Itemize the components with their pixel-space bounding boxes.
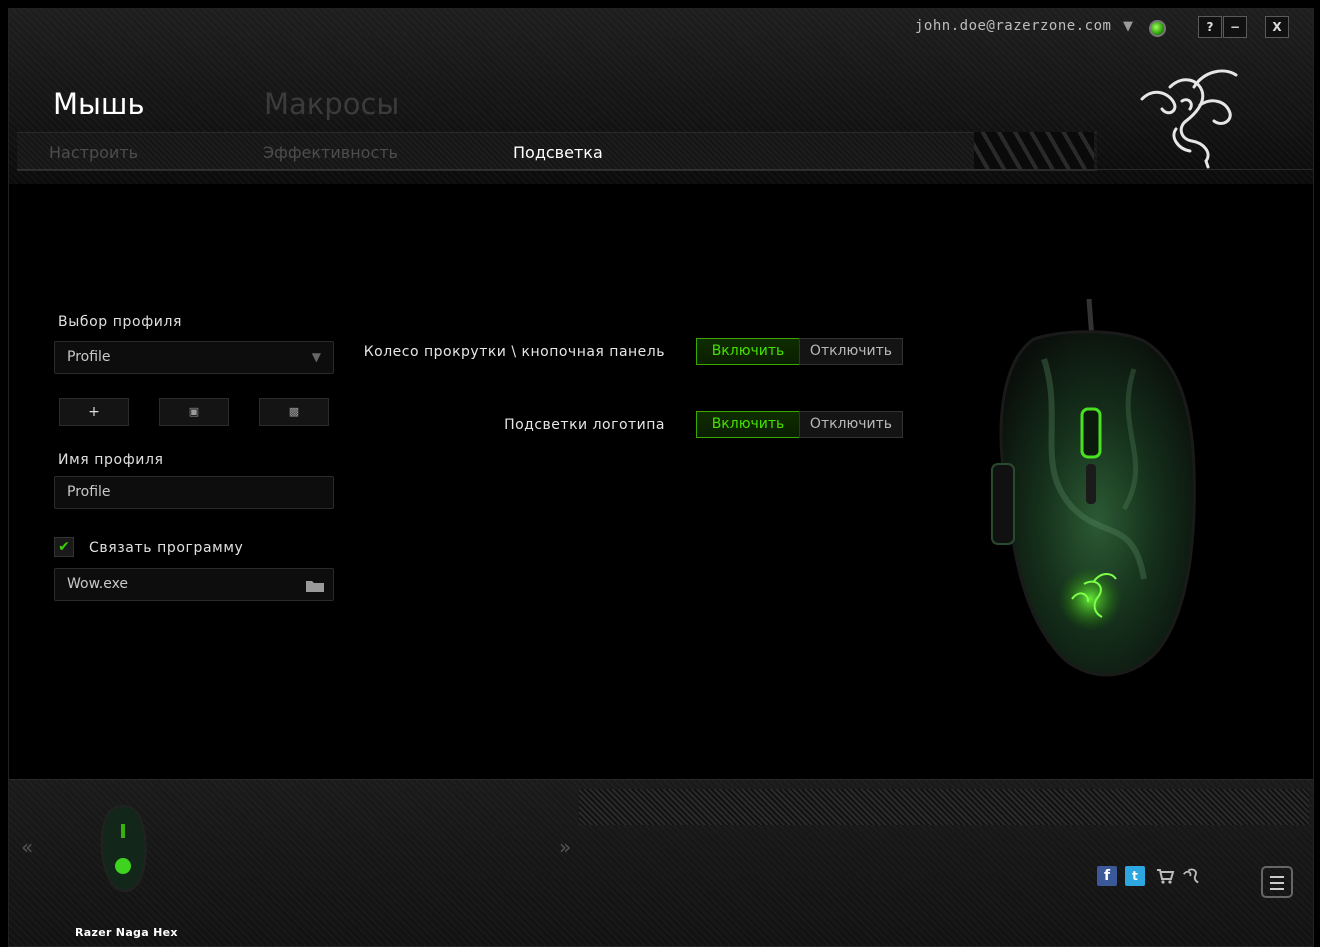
online-status-icon — [1149, 20, 1166, 37]
divider — [17, 169, 1017, 170]
trash-icon: ▩ — [288, 405, 300, 418]
minimize-button[interactable]: − — [1223, 16, 1247, 38]
device-thumbnail[interactable] — [95, 802, 151, 894]
menu-line — [1270, 882, 1284, 884]
logo-light-on-button[interactable]: Включить — [696, 411, 800, 438]
decor-strip — [579, 789, 1309, 825]
tab-customize[interactable]: Настроить — [49, 143, 138, 162]
logo-light-off-button[interactable]: Отключить — [799, 411, 903, 438]
cart-icon[interactable] — [1155, 866, 1175, 886]
help-button[interactable]: ? — [1198, 16, 1222, 38]
menu-line — [1270, 876, 1284, 878]
account-email[interactable]: john.doe@razerzone.com — [915, 18, 1111, 34]
mouse-product-image — [991, 299, 1196, 677]
copy-icon: ▣ — [188, 405, 200, 418]
device-name-label: Razer Naga Hex — [75, 926, 178, 939]
folder-icon[interactable] — [305, 579, 325, 593]
account-dropdown-icon[interactable]: ▼ — [1123, 19, 1133, 34]
menu-line — [1270, 888, 1284, 890]
twitter-icon[interactable]: t — [1125, 866, 1145, 886]
checkmark-icon: ✔ — [58, 539, 70, 555]
profile-select-label: Выбор профиля — [58, 314, 183, 330]
tab-performance[interactable]: Эффективность — [263, 143, 398, 162]
tab-macros[interactable]: Макросы — [264, 87, 399, 121]
close-button[interactable]: X — [1265, 16, 1289, 38]
profile-dropdown[interactable]: Profile ▼ — [54, 341, 334, 374]
program-path-input[interactable]: Wow.exe — [54, 568, 334, 601]
link-program-checkbox[interactable]: ✔ — [54, 537, 74, 557]
logo-light-label: Подсветки логотипа — [504, 417, 665, 433]
link-program-label: Связать программу — [89, 540, 244, 556]
divider — [1017, 169, 1313, 170]
profile-name-label: Имя профиля — [58, 452, 164, 468]
tab-mouse[interactable]: Мышь — [53, 87, 145, 121]
copy-profile-button[interactable]: ▣ — [159, 398, 229, 426]
main-menu-button[interactable] — [1261, 866, 1293, 898]
razer-logo-icon — [1140, 69, 1238, 169]
profile-name-input[interactable]: Profile — [54, 476, 334, 509]
next-device-arrow[interactable]: » — [559, 835, 571, 859]
decor-stripes — [974, 132, 1094, 169]
synapse-window: john.doe@razerzone.com ▼ ? − X Мышь Макр… — [8, 8, 1314, 947]
tab-lighting[interactable]: Подсветка — [513, 143, 603, 162]
facebook-icon[interactable]: f — [1097, 866, 1117, 886]
scroll-wheel-light-on-button[interactable]: Включить — [696, 338, 800, 365]
profile-dropdown-value: Profile — [67, 349, 111, 365]
program-path-value: Wow.exe — [67, 576, 129, 592]
add-profile-button[interactable]: + — [59, 398, 129, 426]
scroll-wheel-light-off-button[interactable]: Отключить — [799, 338, 903, 365]
scroll-wheel-light-label: Колесо прокрутки \ кнопочная панель — [363, 344, 665, 360]
prev-device-arrow[interactable]: « — [21, 835, 33, 859]
razer-small-icon[interactable] — [1181, 866, 1201, 886]
